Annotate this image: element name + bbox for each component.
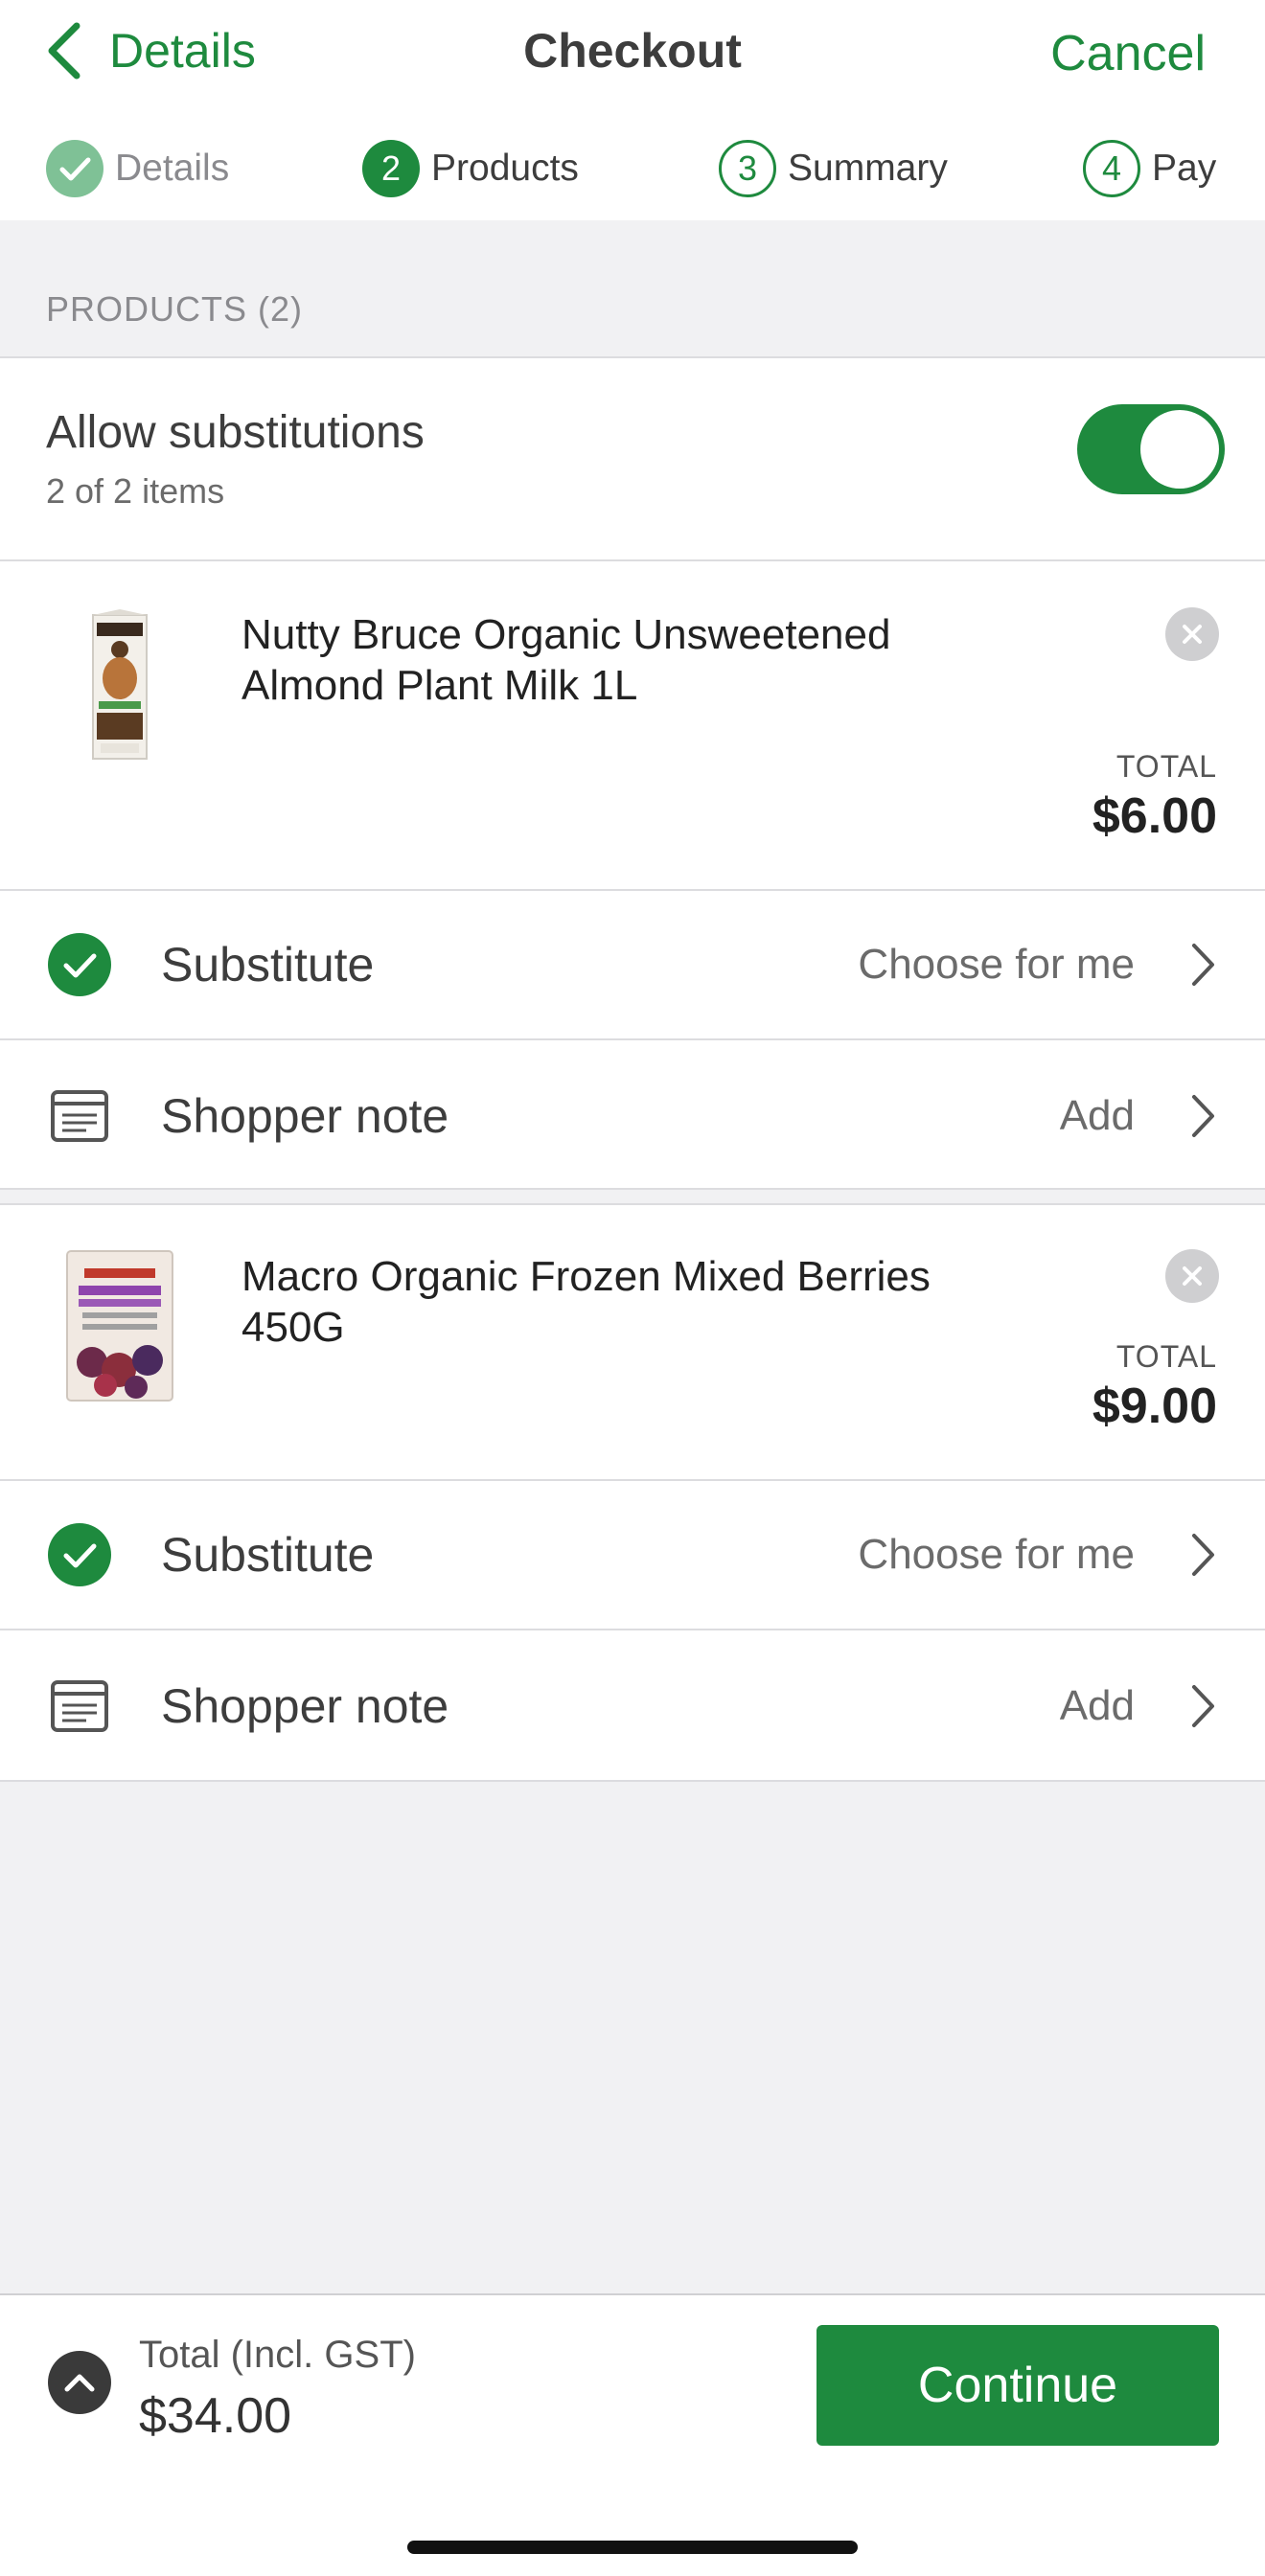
close-icon [1183,1266,1202,1286]
step-details[interactable]: Details [46,134,229,203]
substitute-value: Choose for me [858,941,1135,988]
nav-bar: Details Checkout Cancel [0,0,1265,105]
step-label: Products [431,148,579,189]
cancel-button[interactable]: Cancel [1050,25,1206,82]
divider [0,889,1265,891]
check-icon [46,140,104,197]
shopper-note-label: Shopper note [161,1679,449,1733]
step-number: 3 [719,140,776,197]
check-circle-icon [48,933,111,996]
shopper-note-label: Shopper note [161,1089,449,1143]
step-label: Summary [788,148,948,189]
note-icon [51,1090,108,1142]
continue-button[interactable]: Continue [816,2325,1219,2446]
order-total: $34.00 [139,2388,292,2444]
substitutions-panel [0,358,1265,559]
shopper-note-value: Add [1059,1092,1135,1139]
substitute-label: Substitute [161,938,375,992]
total-label: TOTAL [1116,749,1217,784]
checkout-header: Details Checkout Cancel Details 2 Produc… [0,0,1265,220]
substitute-label: Substitute [161,1528,375,1582]
divider [0,1188,1265,1190]
shopper-note-value: Add [1059,1682,1135,1729]
checkout-steps: Details 2 Products 3 Summary 4 Pay [0,134,1265,203]
product-name: Nutty Bruce Organic Unsweetened Almond P… [242,611,891,709]
remove-product-button[interactable] [1165,607,1219,661]
toggle-knob [1140,410,1219,489]
check-circle-icon [48,1523,111,1586]
chevron-right-icon [1192,1534,1214,1576]
allow-substitutions-title: Allow substitutions [46,407,425,458]
divider [0,1629,1265,1630]
product-total: $9.00 [1092,1379,1217,1434]
home-indicator [407,2541,858,2554]
total-label: TOTAL [1116,1339,1217,1374]
step-label: Pay [1152,148,1217,189]
chevron-right-icon [1192,1685,1214,1727]
step-number: 2 [362,140,420,197]
step-summary[interactable]: 3 Summary [719,134,948,203]
product-name: Macro Organic Frozen Mixed Berries 450G [242,1253,931,1351]
mixed-berries-bag-icon [66,1250,173,1402]
allow-substitutions-count: 2 of 2 items [46,471,225,511]
chevron-up-icon [64,2374,95,2392]
almond-milk-carton-icon [92,609,148,760]
note-icon [51,1680,108,1732]
chevron-right-icon [1192,1095,1214,1137]
remove-product-button[interactable] [1165,1249,1219,1303]
step-label: Details [115,148,230,189]
divider [0,1780,1265,1782]
divider [0,1038,1265,1040]
chevron-right-icon [1192,944,1214,986]
step-number: 4 [1083,140,1140,197]
substitute-value: Choose for me [858,1531,1135,1578]
total-label: Total (Incl. GST) [139,2334,416,2376]
close-icon [1183,625,1202,644]
substitutions-toggle[interactable] [1077,404,1225,494]
step-products[interactable]: 2 Products [362,134,579,203]
section-label: PRODUCTS (2) [46,289,304,329]
divider [0,1479,1265,1481]
expand-total-button[interactable] [48,2351,111,2414]
step-pay[interactable]: 4 Pay [1083,134,1216,203]
product-total: $6.00 [1092,788,1217,844]
